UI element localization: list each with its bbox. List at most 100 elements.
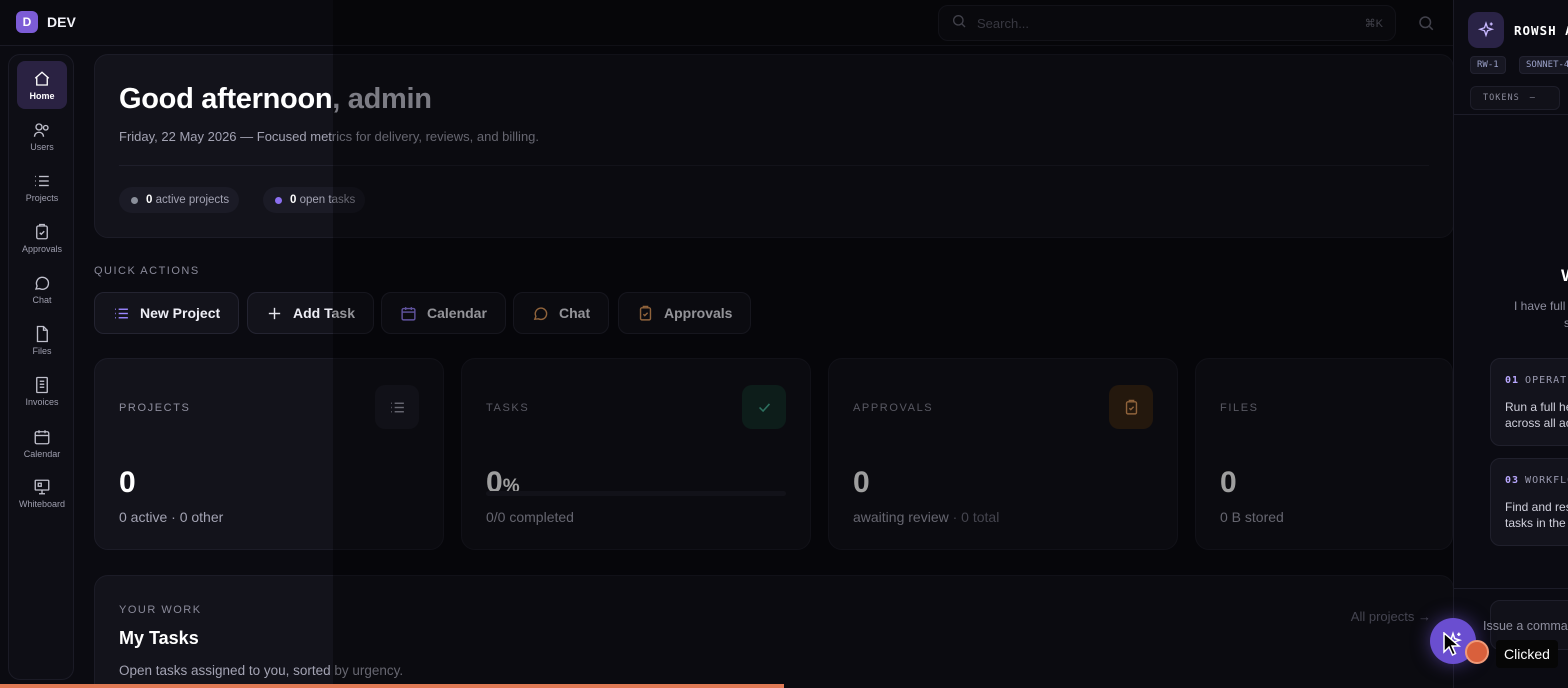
section-description: Open tasks assigned to you, sorted by ur… — [119, 663, 404, 678]
sidebar-item-projects[interactable]: Projects — [17, 163, 67, 211]
sidebar-item-invoices[interactable]: Invoices — [17, 367, 67, 415]
click-tooltip: Clicked — [1496, 640, 1558, 668]
brand[interactable]: D DEV — [16, 11, 76, 33]
approvals-button[interactable]: Approvals — [618, 292, 752, 334]
sidebar-item-label: Whiteboard — [18, 498, 66, 509]
command-placeholder: Issue a comma — [1483, 619, 1568, 633]
search-icon[interactable] — [1414, 11, 1438, 35]
tokens-value: – — [1529, 93, 1536, 103]
file-icon — [36, 325, 48, 342]
new-project-button[interactable]: New Project — [94, 292, 240, 334]
suggestion-header: 01 OPERATIONS — [1505, 375, 1568, 386]
plus-icon — [268, 307, 281, 319]
stat-subtext: awaiting review · 0 total — [853, 509, 999, 525]
stat-sub-main: awaiting review — [853, 509, 949, 525]
projects-icon — [35, 175, 49, 186]
stat-title: PROJECTS — [119, 402, 191, 414]
sidebar-item-label: Home — [29, 90, 55, 101]
section-label: YOUR WORK — [119, 604, 202, 616]
loading-progress-bar — [0, 684, 784, 688]
sidebar-item-calendar[interactable]: Calendar — [17, 419, 67, 467]
stat-card-projects[interactable]: PROJECTS 0 0 active · 0 other — [94, 358, 444, 550]
section-title: My Tasks — [119, 628, 199, 648]
invoice-icon — [36, 376, 48, 393]
pill-text: 0 open tasks — [290, 194, 355, 206]
welcome-text: I have full — [1514, 299, 1566, 313]
suggestion-card[interactable]: 01 OPERATIONS Run a full he across all ac — [1490, 358, 1568, 446]
sidebar-item-files[interactable]: Files — [17, 316, 67, 364]
hero-subtitle: Friday, 22 May 2026 — Focused metrics fo… — [119, 129, 540, 144]
button-label: New Project — [140, 305, 221, 321]
suggestion-card[interactable]: 03 WORKFLOW Find and res tasks in the — [1490, 458, 1568, 546]
search-shortcut: ⌘K — [1364, 17, 1383, 30]
button-label: Add Task — [293, 305, 355, 321]
stat-sub-muted: · 0 total — [948, 509, 1000, 525]
stat-subtext: 0 active · 0 other — [119, 509, 224, 525]
search-icon — [951, 13, 967, 34]
sidebar-item-approvals[interactable]: Approvals — [17, 214, 67, 262]
pill-count: 0 — [146, 194, 153, 206]
projects-icon — [115, 308, 128, 318]
divider — [1454, 114, 1568, 115]
button-label: Approvals — [664, 305, 733, 321]
home-icon — [34, 70, 50, 86]
calendar-icon — [34, 429, 50, 444]
sidebar-item-users[interactable]: Users — [17, 112, 67, 160]
sidebar: Home Users Projects Approvals Chat Files… — [8, 54, 74, 680]
search-bar[interactable]: ⌘K — [938, 5, 1396, 41]
suggestion-tag: WORKFLOW — [1525, 475, 1568, 486]
sidebar-item-label: Chat — [32, 294, 52, 305]
stat-subtext: 0/0 completed — [486, 509, 574, 525]
click-indicator — [1465, 640, 1489, 664]
quick-actions-label: QUICK ACTIONS — [94, 265, 200, 277]
pill-count: 0 — [290, 194, 297, 206]
suggestion-line: across all ac — [1505, 416, 1568, 430]
stat-title: TASKS — [486, 402, 530, 414]
status-dot — [275, 196, 282, 204]
sidebar-item-label: Projects — [25, 192, 59, 203]
greeting-text: Good afternoon — [119, 83, 333, 115]
approvals-icon — [36, 223, 48, 239]
sidebar-item-label: Invoices — [25, 396, 59, 407]
stat-title: FILES — [1220, 402, 1259, 414]
status-dot — [131, 196, 138, 204]
my-tasks-card: YOUR WORK My Tasks Open tasks assigned t… — [94, 575, 1454, 688]
tokens-readout: TOKENS – — [1470, 86, 1560, 110]
open-tasks-pill[interactable]: 0 open tasks — [263, 187, 366, 213]
panel-header: ROWSH AI — [1468, 12, 1568, 48]
stat-value: 0 — [1220, 466, 1237, 499]
model-chip[interactable]: SONNET-4 — [1519, 56, 1568, 74]
sidebar-item-home[interactable]: Home — [17, 61, 67, 109]
calendar-icon — [401, 306, 416, 321]
tasks-progress-bar — [486, 491, 786, 496]
tokens-label: TOKENS — [1483, 93, 1520, 103]
sidebar-item-whiteboard[interactable]: Whiteboard — [17, 469, 67, 517]
welcome-text-continued: s — [1564, 316, 1568, 330]
chat-button[interactable]: Chat — [513, 292, 610, 334]
chat-icon — [533, 306, 548, 320]
pill-label: active projects — [155, 194, 230, 206]
add-task-button[interactable]: Add Task — [247, 292, 374, 334]
suggestion-number: 03 — [1505, 475, 1520, 486]
stat-card-files[interactable]: FILES 0 0 B stored — [1195, 358, 1453, 550]
users-icon — [33, 122, 49, 137]
calendar-button[interactable]: Calendar — [381, 292, 506, 334]
pill-label: open tasks — [299, 194, 356, 206]
model-chip[interactable]: RW-1 — [1470, 56, 1506, 74]
stat-value: 0 — [119, 466, 136, 499]
projects-icon — [375, 385, 419, 429]
approvals-icon — [639, 305, 652, 321]
sidebar-item-chat[interactable]: Chat — [17, 265, 67, 313]
all-projects-link[interactable]: All projects → — [1351, 609, 1431, 624]
button-label: Chat — [559, 305, 591, 321]
stat-title: APPROVALS — [853, 402, 934, 414]
top-bar: D DEV ⌘K — [0, 0, 1568, 46]
page-title: Good afternoon, admin — [119, 83, 432, 116]
suggestion-line: tasks in the — [1505, 516, 1566, 530]
mouse-cursor-icon — [1443, 632, 1461, 657]
stat-card-approvals[interactable]: APPROVALS 0 awaiting review · 0 total — [828, 358, 1178, 550]
active-projects-pill[interactable]: 0 active projects — [119, 187, 240, 213]
welcome-title: W — [1561, 266, 1568, 286]
search-input[interactable] — [977, 15, 1337, 31]
stat-card-tasks[interactable]: TASKS 0% 0/0 completed — [461, 358, 811, 550]
